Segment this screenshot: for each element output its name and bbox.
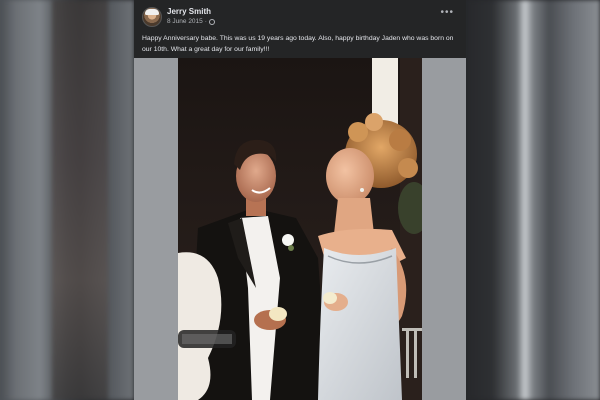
post-date[interactable]: 8 June 2015 bbox=[167, 18, 203, 25]
bride-face bbox=[326, 148, 374, 204]
author-name[interactable]: Jerry Smith bbox=[167, 7, 211, 16]
meta-separator: · bbox=[204, 18, 207, 25]
post-photo[interactable] bbox=[178, 58, 422, 400]
post-text: Happy Anniversary babe. This was us 19 y… bbox=[142, 35, 454, 53]
post-meta: 8 June 2015 · bbox=[167, 18, 215, 25]
facebook-post-card: Jerry Smith 8 June 2015 · ••• Happy Anni… bbox=[134, 0, 466, 400]
public-globe-icon bbox=[208, 18, 215, 25]
bride-dress bbox=[318, 248, 402, 400]
blurred-background-right bbox=[466, 0, 600, 400]
post-header: Jerry Smith 8 June 2015 · ••• bbox=[134, 0, 466, 30]
more-options-icon[interactable]: ••• bbox=[440, 8, 454, 18]
photo-container[interactable] bbox=[134, 58, 466, 400]
author-avatar[interactable] bbox=[142, 7, 162, 27]
wedding-photo bbox=[178, 58, 422, 400]
blurred-background-left bbox=[0, 0, 134, 400]
